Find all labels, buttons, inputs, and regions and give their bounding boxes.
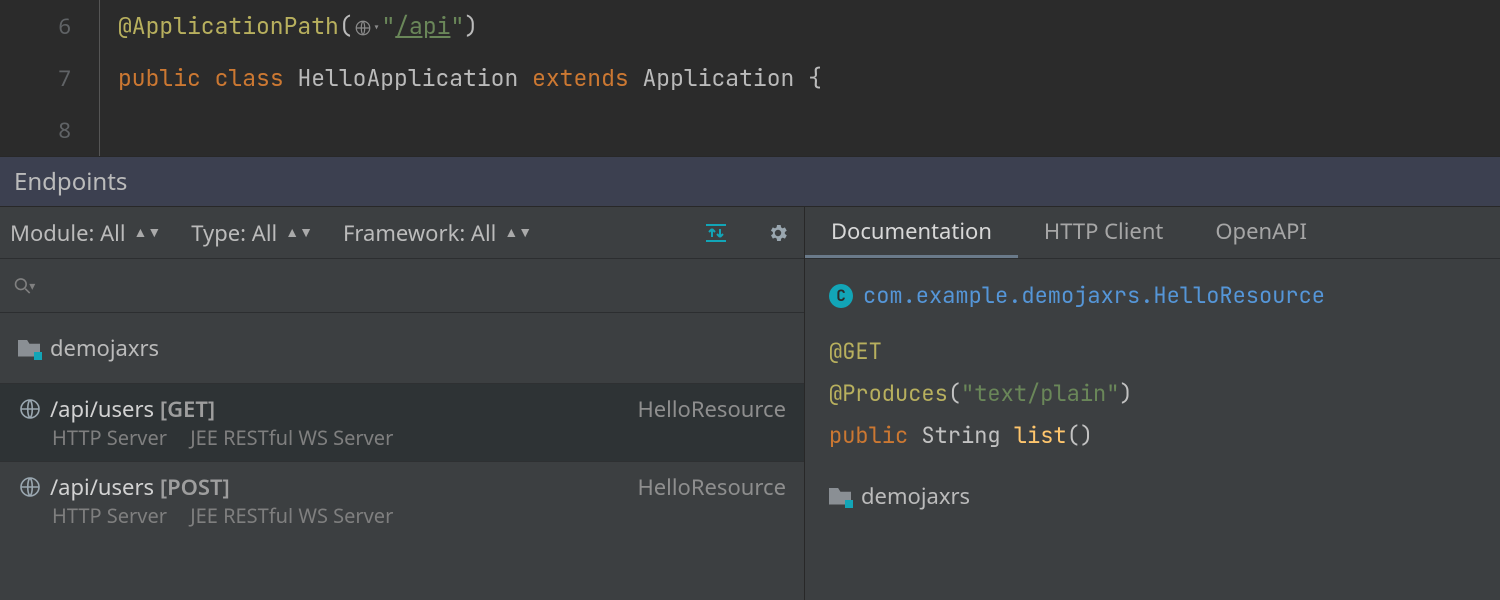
- filter-module[interactable]: Module: All ▲▼: [10, 218, 161, 248]
- sort-icon: ▲▼: [504, 229, 532, 237]
- endpoint-row[interactable]: /api/users [POST] HelloResource HTTP Ser…: [0, 461, 804, 539]
- annotation: @GET: [829, 337, 882, 366]
- tool-window-title-text: Endpoints: [14, 165, 127, 198]
- code-area[interactable]: @ApplicationPath(▾"/api") public class H…: [100, 0, 1500, 156]
- doc-class-fqn: com.example.demojaxrs.HelloResource: [863, 275, 1325, 317]
- endpoint-row[interactable]: /api/users [GET] HelloResource HTTP Serv…: [0, 383, 804, 461]
- class-icon: C: [829, 284, 853, 308]
- expand-collapse-icon[interactable]: [700, 217, 732, 249]
- filter-framework-label: Framework: All: [343, 218, 496, 248]
- chevron-down-icon[interactable]: ▾: [29, 277, 35, 294]
- method-name: list: [1014, 421, 1067, 450]
- brace: {: [808, 63, 822, 93]
- endpoints-panel: Module: All ▲▼ Type: All ▲▼ Framework: A…: [0, 206, 1500, 600]
- endpoint-path: /api/users: [50, 394, 154, 424]
- module-folder-icon: [829, 488, 851, 505]
- filter-type-label: Type: All: [191, 218, 277, 248]
- settings-icon[interactable]: [762, 217, 794, 249]
- line-number: 8: [0, 104, 71, 156]
- line-number-gutter: 6 7 8: [0, 0, 100, 156]
- doc-module-link[interactable]: demojaxrs: [829, 475, 1476, 517]
- annotation: @Produces: [829, 379, 948, 408]
- filter-module-label: Module: All: [10, 218, 126, 248]
- superclass-name: Application: [643, 63, 795, 93]
- endpoints-search-input[interactable]: [39, 273, 792, 299]
- tab-openapi[interactable]: OpenAPI: [1189, 207, 1333, 258]
- sort-icon: ▲▼: [134, 229, 162, 237]
- endpoint-method: [GET]: [160, 394, 215, 424]
- web-endpoint-icon: [18, 475, 42, 499]
- module-folder-icon: [18, 340, 40, 357]
- class-name: HelloApplication: [297, 63, 518, 93]
- sort-icon: ▲▼: [285, 229, 313, 237]
- tab-http-client[interactable]: HTTP Client: [1018, 207, 1189, 258]
- endpoint-path: /api/users: [50, 472, 154, 502]
- filter-type[interactable]: Type: All ▲▼: [191, 218, 313, 248]
- documentation-content: C com.example.demojaxrs.HelloResource @G…: [805, 259, 1500, 533]
- keyword: extends: [532, 63, 629, 93]
- endpoint-method: [POST]: [160, 472, 230, 502]
- code-line: @ApplicationPath(▾"/api"): [118, 0, 1500, 52]
- string-quote: ": [381, 11, 395, 41]
- endpoint-details-pane: Documentation HTTP Client OpenAPI C com.…: [805, 207, 1500, 600]
- parens: (): [1067, 421, 1093, 450]
- annotation: @ApplicationPath: [118, 11, 339, 41]
- endpoint-resource: HelloResource: [637, 472, 786, 502]
- line-number: 6: [0, 0, 71, 52]
- filter-framework[interactable]: Framework: All ▲▼: [343, 218, 532, 248]
- module-node[interactable]: demojaxrs: [0, 313, 804, 383]
- doc-module-name: demojaxrs: [861, 475, 970, 517]
- web-endpoint-icon: [18, 397, 42, 421]
- endpoint-resource: HelloResource: [637, 394, 786, 424]
- keyword: class: [215, 63, 284, 93]
- endpoints-filter-bar: Module: All ▲▼ Type: All ▲▼ Framework: A…: [0, 207, 804, 259]
- string-literal: "text/plain": [961, 379, 1119, 408]
- endpoint-tag: JEE RESTful WS Server: [190, 502, 393, 529]
- code-line: [118, 104, 1500, 156]
- doc-class-link[interactable]: C com.example.demojaxrs.HelloResource: [829, 275, 1476, 317]
- keyword: public: [829, 421, 908, 450]
- endpoint-tag: HTTP Server: [52, 502, 167, 529]
- endpoints-search-row[interactable]: ▾: [0, 259, 804, 313]
- tool-window-title: Endpoints: [0, 156, 1500, 206]
- tab-documentation[interactable]: Documentation: [805, 207, 1018, 258]
- paren: (: [339, 11, 353, 41]
- keyword: public: [118, 63, 201, 93]
- endpoints-list-pane: Module: All ▲▼ Type: All ▲▼ Framework: A…: [0, 207, 805, 600]
- details-tab-bar: Documentation HTTP Client OpenAPI: [805, 207, 1500, 259]
- path-literal-link[interactable]: /api: [395, 11, 450, 41]
- return-type: String: [921, 421, 1000, 450]
- module-name: demojaxrs: [50, 333, 159, 363]
- code-editor[interactable]: 6 7 8 @ApplicationPath(▾"/api") public c…: [0, 0, 1500, 156]
- string-quote: ": [450, 11, 464, 41]
- line-number: 7: [0, 52, 71, 104]
- web-gutter-icon[interactable]: ▾: [354, 2, 381, 54]
- endpoint-tag: JEE RESTful WS Server: [190, 424, 393, 451]
- endpoints-tree: demojaxrs /api/users [GET] HelloResource…: [0, 313, 804, 600]
- paren: ): [464, 11, 478, 41]
- code-line: public class HelloApplication extends Ap…: [118, 52, 1500, 104]
- endpoint-tag: HTTP Server: [52, 424, 167, 451]
